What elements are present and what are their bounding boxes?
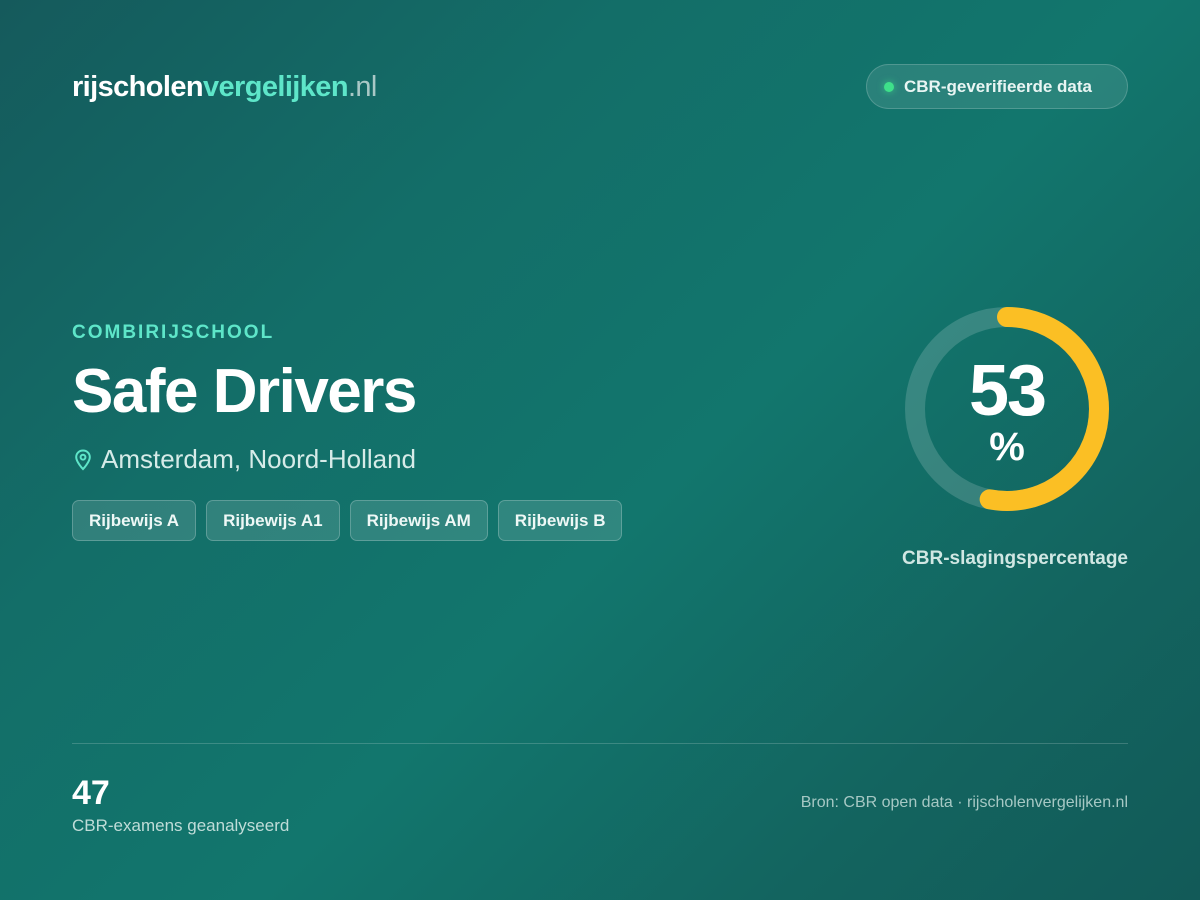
verified-data-label: CBR-geverifieerde data	[904, 76, 1093, 96]
data-source: Bron: CBR open data · rijscholenvergelij…	[800, 794, 1128, 811]
exam-count: 47	[72, 774, 110, 812]
pass-rate-unit: %	[989, 425, 1025, 469]
location-text: Amsterdam, Noord-Holland	[101, 444, 417, 474]
logo-part-rijscholen: rijscholen	[72, 71, 204, 103]
license-tag-a1: Rijbewijs A1	[206, 500, 340, 541]
status-dot-icon	[884, 81, 894, 92]
license-tag-b: Rijbewijs B	[497, 500, 623, 541]
pass-rate-caption: CBR-slagingspercentage	[902, 548, 1128, 569]
license-tag-am: Rijbewijs AM	[349, 500, 488, 541]
license-tag-a: Rijbewijs A	[72, 500, 197, 541]
school-location: Amsterdam, Noord-Holland	[74, 444, 416, 475]
school-category: COMBIRIJSCHOOL	[72, 322, 275, 343]
site-logo[interactable]: rijscholenvergelijken.nl	[72, 71, 377, 104]
logo-part-tld: .nl	[347, 71, 377, 103]
logo-part-vergelijken: vergelijken	[203, 71, 349, 103]
map-pin-icon	[75, 448, 91, 471]
pass-rate-value: 53	[968, 351, 1047, 431]
school-name: Safe Drivers	[72, 357, 417, 426]
footer-divider	[72, 743, 1128, 744]
exam-count-label: CBR-examens geanalyseerd	[72, 816, 290, 835]
verified-data-badge: CBR-geverifieerde data	[866, 64, 1128, 109]
license-tags: Rijbewijs A Rijbewijs A1 Rijbewijs AM Ri…	[72, 500, 623, 541]
